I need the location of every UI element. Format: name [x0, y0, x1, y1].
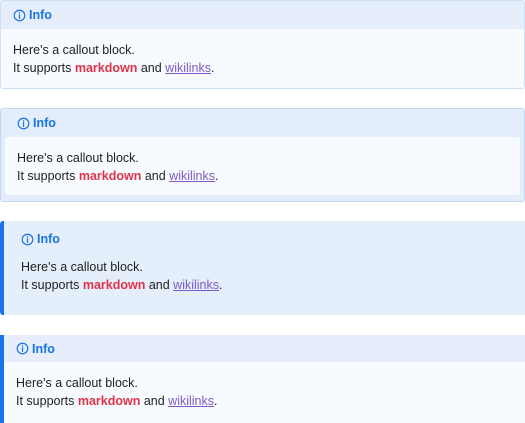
text-suffix: .: [211, 61, 215, 75]
text-prefix: It supports: [13, 61, 75, 75]
callout-content: Here's a callout block. It supports mark…: [4, 255, 525, 294]
wikilinks-link[interactable]: wikilinks: [165, 61, 211, 75]
text-and: and: [140, 394, 169, 408]
callout-content: Here's a callout block. It supports mark…: [1, 29, 524, 77]
callout-header: Info: [1, 109, 524, 137]
text-prefix: It supports: [16, 394, 78, 408]
markdown-text: markdown: [78, 169, 142, 183]
info-icon: [16, 342, 29, 355]
callout-line-1: Here's a callout block.: [16, 376, 138, 390]
markdown-text: markdown: [74, 61, 138, 75]
callout-header: Info: [4, 221, 525, 255]
callout-title: Info: [37, 232, 60, 246]
info-icon: [21, 233, 34, 245]
callout-block-1: Info Here's a callout block. It supports…: [0, 0, 525, 89]
wikilinks-link[interactable]: wikilinks: [169, 169, 215, 183]
callout-line-2: It supports markdown and wikilinks.: [17, 167, 508, 185]
wikilinks-link[interactable]: wikilinks: [173, 278, 219, 292]
callout-header: Info: [4, 335, 525, 362]
text-and: and: [141, 169, 170, 183]
callout-block-3: Info Here's a callout block. It supports…: [0, 221, 525, 315]
text-suffix: .: [214, 394, 218, 408]
wikilinks-link[interactable]: wikilinks: [168, 394, 214, 408]
callout-line-2: It supports markdown and wikilinks.: [21, 276, 508, 294]
text-and: and: [137, 61, 166, 75]
text-prefix: It supports: [21, 278, 83, 292]
text-suffix: .: [215, 169, 219, 183]
callout-title: Info: [33, 116, 56, 130]
text-prefix: It supports: [17, 169, 79, 183]
callout-line-1: Here's a callout block.: [21, 260, 143, 274]
callout-line-2: It supports markdown and wikilinks.: [16, 392, 513, 410]
callout-header: Info: [1, 1, 524, 29]
callout-title: Info: [32, 341, 55, 356]
markdown-text: markdown: [77, 394, 141, 408]
info-icon: [17, 117, 30, 129]
callout-line-1: Here's a callout block.: [13, 43, 135, 57]
text-and: and: [145, 278, 174, 292]
markdown-text: markdown: [82, 278, 146, 292]
callout-line-2: It supports markdown and wikilinks.: [13, 59, 512, 77]
callout-content: Here's a callout block. It supports mark…: [5, 137, 520, 195]
text-suffix: .: [219, 278, 223, 292]
callout-content: Here's a callout block. It supports mark…: [4, 362, 525, 410]
callout-title: Info: [29, 8, 52, 22]
callout-line-1: Here's a callout block.: [17, 151, 139, 165]
callout-block-2: Info Here's a callout block. It supports…: [0, 108, 525, 202]
callout-block-4: Info Here's a callout block. It supports…: [0, 335, 525, 423]
info-icon: [13, 9, 26, 21]
